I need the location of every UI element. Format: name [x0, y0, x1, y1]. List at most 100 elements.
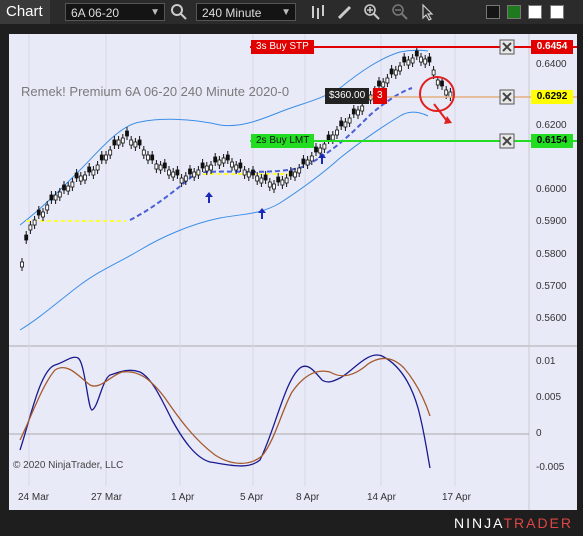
candle-down: [326, 134, 331, 141]
limit-price-tag: 0.6154: [531, 134, 573, 148]
chart-svg: [9, 34, 577, 510]
candle-up: [419, 56, 423, 63]
candle-up: [293, 171, 297, 178]
candle-up: [108, 149, 113, 156]
oscillator-fast-line: [19, 354, 431, 469]
oscillator-slow-line: [19, 357, 431, 465]
y-tick: 0.5900: [536, 216, 567, 227]
stop-cancel-button: [499, 39, 515, 55]
candle-up: [410, 57, 415, 64]
brand-logo: NINJATRADER: [454, 515, 573, 531]
candle-up: [234, 164, 239, 171]
candle-up: [209, 164, 213, 171]
candle-up: [20, 261, 24, 268]
candle-up: [381, 81, 386, 88]
candle-down: [49, 194, 54, 201]
candle-down: [112, 139, 117, 146]
candle-up: [179, 177, 184, 184]
candle-down: [238, 162, 243, 169]
candle-down: [389, 68, 394, 75]
candle-up: [255, 175, 260, 182]
candle-up: [297, 167, 302, 174]
candle-up: [335, 129, 339, 136]
candle-up: [406, 59, 411, 66]
candle-down: [87, 166, 92, 173]
candle-up: [343, 121, 348, 128]
candle-down: [162, 162, 167, 169]
candle-up: [230, 161, 234, 168]
candle-up: [242, 169, 247, 176]
limit-order-label[interactable]: 2s Buy LMT: [251, 134, 315, 148]
limit-cancel-button: [499, 133, 515, 149]
stop-order-label[interactable]: 3s Buy STP: [251, 40, 314, 54]
candle-up: [104, 154, 108, 161]
candle-up: [398, 65, 402, 72]
candle-down: [301, 158, 306, 165]
candle-up: [70, 181, 75, 188]
x-tick: 5 Apr: [240, 492, 264, 503]
candle-down: [36, 209, 41, 216]
candle-up: [217, 159, 222, 166]
x-tick: 8 Apr: [296, 492, 320, 503]
candle-down: [440, 80, 444, 87]
candle-up: [91, 169, 96, 176]
candle-up: [78, 175, 83, 182]
candle-up: [196, 169, 201, 176]
x-tick: 24 Mar: [18, 492, 50, 503]
lower-band-line: [19, 111, 429, 331]
candle-up: [267, 181, 272, 188]
candle-up: [431, 69, 436, 76]
candle-up: [280, 179, 285, 186]
candle-up: [167, 169, 171, 176]
x-tick: 1 Apr: [171, 492, 195, 503]
candle-down: [24, 234, 29, 241]
candle-down: [200, 162, 205, 169]
candle-down: [276, 176, 281, 183]
candle-up: [284, 177, 289, 184]
candle-down: [213, 156, 218, 163]
x-tick: 27 Mar: [91, 492, 123, 503]
candle-up: [259, 177, 264, 184]
candle-down: [263, 174, 268, 181]
buy-signal-arrow-1: [205, 192, 213, 203]
y-tick: 0.5600: [536, 313, 567, 324]
position-close-button: [499, 89, 515, 105]
candle-up: [444, 89, 449, 96]
candle-up: [318, 147, 323, 154]
candle-up: [120, 137, 125, 144]
candle-up: [246, 171, 251, 178]
candle-down: [150, 154, 155, 161]
candle-up: [322, 143, 327, 150]
candle-up: [116, 139, 121, 146]
candle-up: [309, 155, 314, 162]
position-pnl-label[interactable]: $360.00: [325, 88, 370, 104]
candle-down: [225, 154, 230, 161]
candle-down: [137, 139, 142, 146]
candle-down: [188, 168, 192, 175]
candle-up: [158, 164, 163, 171]
candle-up: [129, 139, 134, 146]
candle-up: [83, 174, 87, 181]
candle-up: [423, 58, 428, 65]
buy-signal-arrow-3: [318, 153, 326, 164]
y-tick: 0.6400: [536, 59, 567, 70]
lower-y-tick: 0.005: [536, 392, 562, 403]
chart-header-label: Remek! Premium 6A 06-20 240 Minute 2020-…: [21, 84, 290, 99]
y-tick: 0.6200: [536, 120, 567, 131]
x-tick: 17 Apr: [442, 492, 471, 503]
candle-down: [414, 50, 419, 57]
x-tick: 14 Apr: [367, 492, 396, 503]
candle-up: [192, 171, 197, 178]
candle-down: [351, 108, 356, 115]
position-qty-label[interactable]: 3: [373, 88, 387, 104]
candle-up: [28, 224, 33, 231]
candle-up: [356, 109, 360, 116]
candle-up: [141, 149, 146, 156]
candle-up: [435, 79, 440, 86]
candle-down: [377, 80, 381, 87]
lower-y-tick: -0.005: [536, 462, 565, 473]
candle-up: [204, 165, 209, 172]
candle-up: [95, 164, 100, 171]
lower-y-tick: 0: [536, 428, 542, 439]
candle-up: [32, 219, 37, 226]
